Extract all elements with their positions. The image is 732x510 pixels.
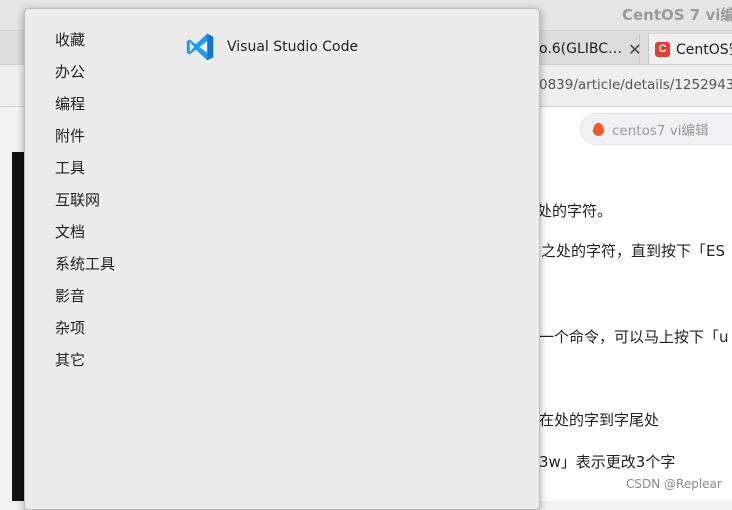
category-internet[interactable]: 互联网 <box>55 187 115 219</box>
url-text: 0839/article/details/125294365 <box>539 77 732 93</box>
category-list: 收藏 办公 编程 附件 工具 互联网 文档 系统工具 影音 杂项 其它 <box>55 27 115 379</box>
category-favorites[interactable]: 收藏 <box>55 27 115 59</box>
category-tools[interactable]: 工具 <box>55 155 115 187</box>
window-title: CentOS 7 vi编辑 <box>622 6 732 24</box>
vscode-icon <box>186 33 214 61</box>
applications-menu: 收藏 办公 编程 附件 工具 互联网 文档 系统工具 影音 杂项 其它 Visu… <box>24 8 540 510</box>
category-accessories[interactable]: 附件 <box>55 123 115 155</box>
category-office[interactable]: 办公 <box>55 59 115 91</box>
fire-icon <box>593 122 604 136</box>
category-documents[interactable]: 文档 <box>55 219 115 251</box>
article-line: 在处的字到字尾处 <box>539 411 660 429</box>
category-system-tools[interactable]: 系统工具 <box>55 251 115 283</box>
tab-label: o.6(GLIBC… <box>539 41 623 57</box>
category-other[interactable]: 其它 <box>55 347 115 379</box>
tab-label: CentOS安 <box>676 42 732 58</box>
search-query: centos7 vi编辑 <box>612 123 709 139</box>
browser-tab-glibc[interactable]: o.6(GLIBC… ✕ <box>539 34 641 64</box>
browser-tab-centos[interactable]: C CentOS安 <box>648 34 732 64</box>
article-line: 之处的字符，直到按下「ES <box>541 242 726 260</box>
search-box[interactable]: centos7 vi编辑 <box>580 113 732 145</box>
app-item-vscode[interactable]: Visual Studio Code <box>185 31 358 63</box>
terminal-edge <box>12 152 24 501</box>
category-programming[interactable]: 编程 <box>55 91 115 123</box>
close-tab-icon[interactable]: ✕ <box>628 40 641 59</box>
category-misc[interactable]: 杂项 <box>55 315 115 347</box>
article-line: 一个命令，可以马上按下「u <box>539 328 729 346</box>
article-page <box>539 107 732 501</box>
app-label: Visual Studio Code <box>227 39 359 55</box>
category-media[interactable]: 影音 <box>55 283 115 315</box>
article-line: 3w」表示更改3个字 <box>539 453 676 471</box>
watermark: CSDN @Replear <box>626 477 722 491</box>
article-line: 处的字符。 <box>537 202 613 220</box>
csdn-logo-icon: C <box>655 41 670 57</box>
